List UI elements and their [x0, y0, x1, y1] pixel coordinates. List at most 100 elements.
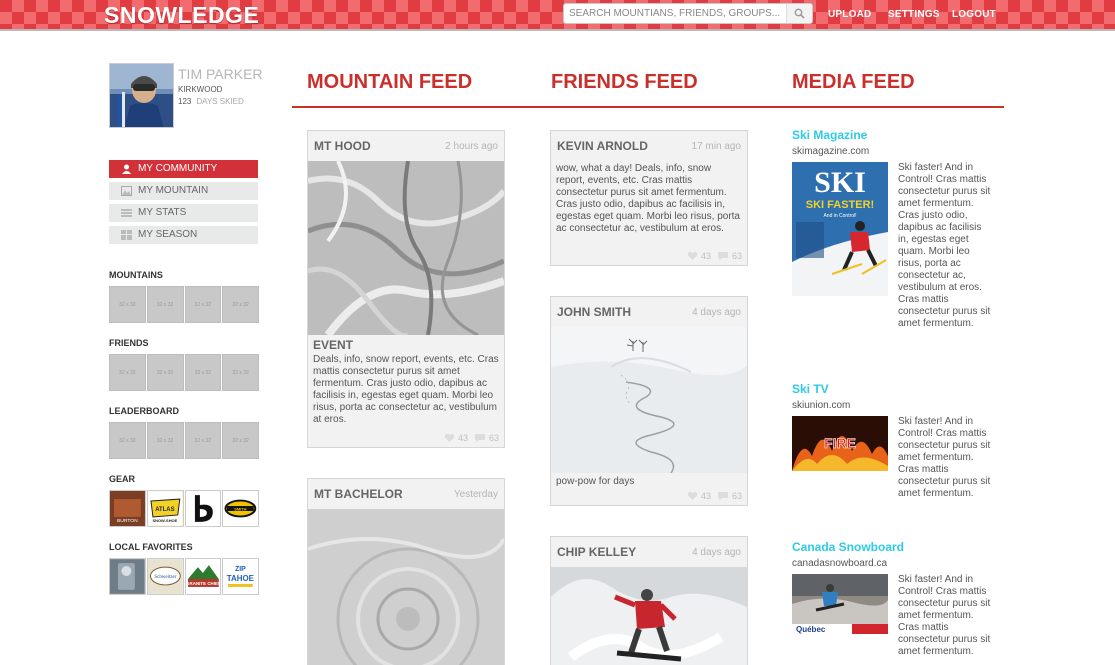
comment-icon[interactable]: [717, 251, 729, 261]
friend-thumb[interactable]: 32 x 32: [109, 354, 146, 391]
smith-logo[interactable]: SMITH: [222, 490, 259, 527]
upload-link[interactable]: UPLOAD: [828, 9, 871, 20]
card-title[interactable]: MT BACHELOR: [314, 487, 403, 501]
topo-map-image[interactable]: [308, 161, 504, 335]
logout-link[interactable]: LOGOUT: [952, 9, 996, 20]
mountains-heading: MOUNTAINS: [109, 270, 163, 280]
mountain-thumb[interactable]: 32 x 32: [146, 286, 184, 323]
card-header: MT HOOD 2 hours ago: [308, 131, 504, 161]
leader-thumb[interactable]: 32 x 32: [184, 422, 222, 459]
card-time: Yesterday: [453, 488, 498, 500]
friend-card[interactable]: JOHN SMITH 4 days ago pow-pow for days 4…: [550, 296, 748, 506]
local-favorites-thumbs: Schweitzer GRANITE CHIEF ZIP TAHOE: [109, 558, 259, 596]
snow-tracks-photo[interactable]: [551, 327, 747, 473]
friend-card[interactable]: KEVIN ARNOLD 17 min ago wow, what a day!…: [550, 130, 748, 266]
card-title[interactable]: MT HOOD: [314, 139, 371, 153]
snowboarder-photo[interactable]: [551, 567, 747, 665]
profile-name[interactable]: TIM PARKER: [178, 66, 263, 82]
leader-thumb[interactable]: 32 x 32: [109, 422, 146, 459]
menu-label: MY MOUNTAIN: [138, 185, 209, 196]
card-body: pow-pow for days: [556, 476, 635, 487]
svg-text:Schweitzer: Schweitzer: [154, 575, 176, 580]
local-logo-1[interactable]: [109, 558, 146, 595]
canada-snowboard-image[interactable]: Québec: [792, 574, 888, 634]
friends-thumbs: 32 x 32 32 x 32 32 x 32 32 x 32: [109, 354, 259, 392]
comment-icon[interactable]: [717, 491, 729, 501]
search-input[interactable]: [564, 4, 786, 23]
mountain-card[interactable]: MT BACHELOR Yesterday: [307, 478, 505, 665]
leaderboard-heading: LEADERBOARD: [109, 406, 180, 416]
atlas-logo[interactable]: ATLAS SNOW-SHOE: [146, 490, 184, 527]
media-url[interactable]: skiunion.com: [792, 400, 850, 411]
friend-thumb[interactable]: 32 x 32: [184, 354, 222, 391]
profile-days-skied: 123 DAYS SKIED: [178, 97, 244, 106]
schweitzer-logo[interactable]: Schweitzer: [146, 558, 184, 595]
days-count: 123: [178, 97, 192, 106]
media-description: Ski faster! And in Control! Cras mattis …: [898, 162, 991, 329]
user-icon: [122, 164, 131, 174]
search-button[interactable]: [786, 4, 812, 23]
card-footer: 43 63: [687, 251, 742, 261]
menu-my-mountain[interactable]: MY MOUNTAIN: [109, 182, 258, 200]
like-count: 43: [700, 251, 711, 261]
avatar[interactable]: [109, 63, 174, 128]
settings-link[interactable]: SETTINGS: [888, 9, 940, 20]
svg-text:ATLAS: ATLAS: [155, 507, 174, 513]
card-body: Deals, info, snow report, events, etc. C…: [313, 354, 499, 425]
search-box: [563, 3, 813, 24]
friend-thumb[interactable]: 32 x 32: [222, 354, 259, 391]
friend-thumb[interactable]: 32 x 32: [146, 354, 184, 391]
brand-logo[interactable]: SNOWLEDGE: [104, 2, 259, 29]
mountain-feed-heading: MOUNTAIN FEED: [307, 71, 473, 93]
granite-chief-logo[interactable]: GRANITE CHIEF: [184, 558, 222, 595]
comment-icon[interactable]: [474, 433, 486, 443]
gear-heading: GEAR: [109, 474, 136, 484]
mountain-card[interactable]: MT HOOD 2 hours ago EVENT Deals, info, s…: [307, 130, 505, 448]
mountain-thumb[interactable]: 32 x 32: [222, 286, 259, 323]
zip-tahoe-logo[interactable]: ZIP TAHOE: [222, 558, 259, 595]
heart-icon[interactable]: [687, 491, 698, 501]
media-title-link[interactable]: Ski Magazine: [792, 128, 867, 142]
card-title[interactable]: CHIP KELLEY: [557, 545, 636, 559]
media-url[interactable]: canadasnowboard.ca: [792, 558, 887, 569]
svg-text:SMITH: SMITH: [234, 506, 246, 511]
friend-card[interactable]: CHIP KELLEY 4 days ago: [550, 536, 748, 665]
media-title-link[interactable]: Canada Snowboard: [792, 540, 904, 554]
menu-my-season[interactable]: MY SEASON: [109, 226, 258, 244]
gear-logo-text: BURTON: [117, 518, 138, 524]
media-feed-heading: MEDIA FEED: [792, 71, 915, 93]
card-subtitle: EVENT: [313, 338, 354, 352]
leader-thumb[interactable]: 32 x 32: [146, 422, 184, 459]
ski-tv-image[interactable]: FIRE: [792, 416, 888, 471]
heart-icon[interactable]: [687, 251, 698, 261]
ski-tv-image-text: FIRE: [824, 435, 856, 451]
svg-text:TAHOE: TAHOE: [227, 574, 254, 583]
media-url[interactable]: skimagazine.com: [792, 146, 869, 157]
card-header: MT BACHELOR Yesterday: [308, 479, 504, 509]
menu-my-community[interactable]: MY COMMUNITY: [109, 160, 258, 178]
svg-text:GRANITE CHIEF: GRANITE CHIEF: [186, 581, 221, 586]
mountain-thumb[interactable]: 32 x 32: [109, 286, 146, 323]
ski-magazine-cover[interactable]: SKI SKI FASTER! And in Control!: [792, 162, 888, 296]
gear-thumbs: BURTON ATLAS SNOW-SHOE SMITH: [109, 490, 259, 528]
topo-map-image[interactable]: [308, 509, 504, 665]
mountain-thumb[interactable]: 32 x 32: [184, 286, 222, 323]
feed-divider: [292, 106, 1004, 108]
card-time: 17 min ago: [691, 140, 741, 152]
media-title-link[interactable]: Ski TV: [792, 382, 829, 396]
b-logo[interactable]: [184, 490, 222, 527]
card-title[interactable]: KEVIN ARNOLD: [557, 139, 648, 153]
comment-count: 63: [488, 433, 499, 443]
calendar-icon: [121, 230, 132, 240]
cover-sub-text: And in Control!: [823, 213, 856, 219]
heart-icon[interactable]: [444, 433, 455, 443]
cover-headline-text: SKI FASTER!: [806, 199, 874, 211]
local-favorites-heading: LOCAL FAVORITES: [109, 542, 193, 552]
card-title[interactable]: JOHN SMITH: [557, 305, 631, 319]
menu-label: MY STATS: [138, 207, 187, 218]
search-icon: [794, 8, 805, 19]
leader-thumb[interactable]: 32 x 32: [222, 422, 259, 459]
burton-logo[interactable]: BURTON: [109, 490, 146, 527]
menu-my-stats[interactable]: MY STATS: [109, 204, 258, 222]
like-count: 43: [457, 433, 468, 443]
